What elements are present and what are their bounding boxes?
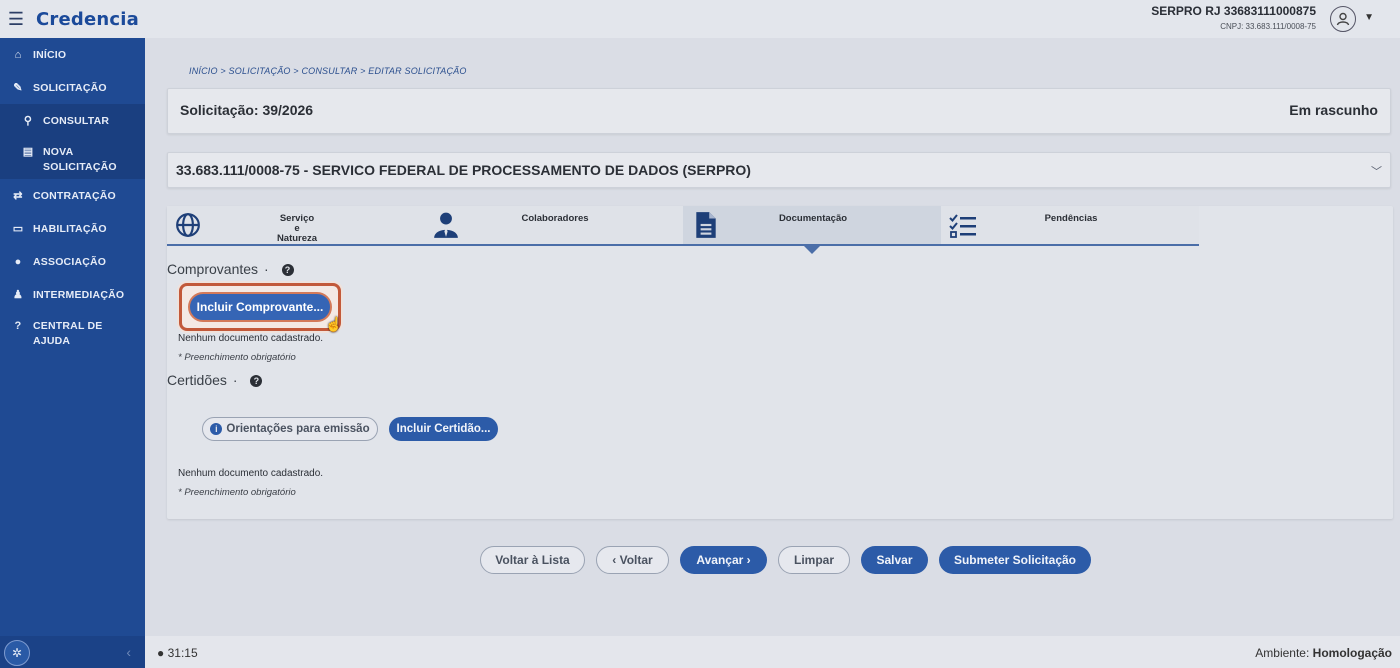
sidebar-item-associacao[interactable]: ● ASSOCIAÇÃO [0, 245, 145, 278]
tab-pendencias[interactable]: Pendências [941, 206, 1199, 244]
section-title-text: Comprovantes [167, 261, 259, 277]
orientacoes-button[interactable]: i Orientações para emissão [202, 417, 378, 441]
tab-label: Pendências [1044, 213, 1098, 224]
solicitacao-header: Solicitação: 39/2026 Em rascunho [167, 88, 1391, 134]
sidebar-item-label: ASSOCIAÇÃO [33, 255, 107, 268]
sidebar-item-label: CONSULTAR [43, 114, 110, 127]
sidebar-item-habilitacao[interactable]: ▭ HABILITAÇÃO [0, 212, 145, 245]
sidebar-item-label: HABILITAÇÃO [33, 222, 107, 235]
avatar[interactable] [1330, 6, 1356, 32]
edit-icon: ✎ [13, 82, 23, 94]
document-icon [696, 212, 716, 238]
question-icon: ? [14, 320, 22, 332]
user-icon [434, 212, 458, 238]
documentation-panel: Serviço e Natureza Colaboradores Documen… [167, 206, 1393, 519]
brand-logo[interactable]: Credencia [36, 9, 139, 30]
sidebar-item-nova-solicitacao[interactable]: ▤ NOVA SOLICITAÇÃO [0, 137, 145, 179]
env-value: Homologação [1312, 646, 1392, 660]
limpar-button[interactable]: Limpar [778, 546, 850, 574]
hamburger-icon[interactable]: ☰ [0, 0, 32, 38]
timer-value: 31:15 [167, 646, 198, 660]
users-icon: ● [14, 255, 22, 268]
session-timer: ● 31:15 [157, 646, 198, 660]
sidebar-item-label: CONTRATAÇÃO [33, 189, 116, 202]
handshake-icon: ⇄ [13, 190, 23, 202]
tab-colaboradores[interactable]: Colaboradores [425, 206, 683, 244]
globe-icon [176, 213, 200, 237]
sidebar: ⌂ INÍCIO ✎ SOLICITAÇÃO ⚲ CONSULTAR ▤ NOV… [0, 38, 145, 668]
tab-label: Colaboradores [521, 213, 589, 224]
checklist-icon [949, 214, 976, 238]
status-bar: ● 31:15 Ambiente: Homologação [145, 636, 1400, 668]
required-dot: · [232, 372, 238, 388]
user-info: SERPRO RJ 33683111000875 CNPJ: 33.683.11… [1151, 4, 1316, 31]
user-name: SERPRO RJ 33683111000875 [1151, 4, 1316, 18]
organization-title: 33.683.111/0008-75 - SERVICO FEDERAL DE … [176, 162, 751, 178]
id-card-icon: ▭ [12, 223, 24, 235]
file-icon: ▤ [22, 146, 34, 158]
sidebar-item-contratacao[interactable]: ⇄ CONTRATAÇÃO [0, 179, 145, 212]
main-content: INÍCIO > SOLICITAÇÃO > CONSULTAR > EDITA… [145, 38, 1400, 636]
breadcrumb[interactable]: INÍCIO > SOLICITAÇÃO > CONSULTAR > EDITA… [189, 66, 467, 76]
tab-servico-natureza[interactable]: Serviço e Natureza [167, 206, 425, 244]
user-cnpj: CNPJ: 33.683.111/0008-75 [1220, 22, 1316, 31]
wizard-tabs: Serviço e Natureza Colaboradores Documen… [167, 206, 1199, 246]
help-icon[interactable]: ? [250, 375, 263, 387]
clock-icon: ● [157, 646, 165, 660]
hand-cursor-icon: ☝ [325, 316, 343, 332]
sidebar-item-solicitacao[interactable]: ✎ SOLICITAÇÃO [0, 71, 145, 104]
section-title-text: Certidões [167, 372, 227, 388]
sidebar-item-consultar[interactable]: ⚲ CONSULTAR [0, 104, 145, 137]
required-dot: · [263, 261, 269, 277]
sidebar-item-inicio[interactable]: ⌂ INÍCIO [0, 38, 145, 71]
certidoes-section-title: Certidões · ? [167, 372, 263, 388]
sidebar-item-label: NOVA SOLICITAÇÃO [43, 146, 117, 173]
user-icon [1336, 12, 1350, 26]
chevron-left-icon[interactable]: ‹ [126, 644, 131, 660]
organization-accordion[interactable]: 33.683.111/0008-75 - SERVICO FEDERAL DE … [167, 152, 1391, 188]
tab-label-text: Serviço e Natureza [276, 213, 318, 244]
sidebar-item-intermediacao[interactable]: ♟ INTERMEDIAÇÃO [0, 278, 145, 311]
comprovantes-required-note: * Preenchimento obrigatório [178, 352, 296, 363]
sidebar-item-label: SOLICITAÇÃO [33, 81, 107, 94]
env-label: Ambiente: [1255, 646, 1310, 660]
tab-documentacao[interactable]: Documentação [683, 206, 941, 244]
avancar-button[interactable]: Avançar › [680, 546, 767, 574]
voltar-lista-button[interactable]: Voltar à Lista [480, 546, 585, 574]
sidebar-item-label: CENTRAL DE AJUDA [33, 320, 103, 347]
certidoes-required-note: * Preenchimento obrigatório [178, 487, 296, 498]
sidebar-footer: ✲ ‹ [0, 636, 145, 668]
user-tie-icon: ♟ [12, 289, 24, 301]
button-label: Incluir Comprovante... [196, 300, 324, 314]
top-bar: ☰ Credencia SERPRO RJ 33683111000875 CNP… [0, 0, 1400, 38]
submeter-solicitacao-button[interactable]: Submeter Solicitação [939, 546, 1091, 574]
chevron-down-icon[interactable]: ▼ [1364, 12, 1374, 23]
status-badge: Em rascunho [1289, 102, 1378, 118]
sidebar-submenu: ⚲ CONSULTAR ▤ NOVA SOLICITAÇÃO [0, 104, 145, 179]
sidebar-item-label: INÍCIO [33, 48, 67, 61]
comprovantes-section-title: Comprovantes · ? [167, 261, 294, 277]
active-tab-indicator [804, 246, 820, 254]
tab-label: Serviço e Natureza [227, 214, 367, 244]
salvar-button[interactable]: Salvar [861, 546, 928, 574]
voltar-button[interactable]: ‹ Voltar [596, 546, 669, 574]
incluir-comprovante-button[interactable]: Incluir Comprovante... ☝ [188, 292, 342, 332]
info-icon: i [210, 423, 223, 435]
tab-label: Documentação [778, 213, 848, 224]
help-icon[interactable]: ? [281, 264, 294, 276]
sidebar-item-central-de-ajuda[interactable]: ? CENTRAL DE AJUDA [0, 311, 145, 361]
comprovantes-empty-text: Nenhum documento cadastrado. [178, 333, 324, 344]
incluir-certidao-button[interactable]: Incluir Certidão... [389, 417, 498, 441]
search-icon: ⚲ [23, 115, 33, 127]
environment-indicator: Ambiente: Homologação [1255, 646, 1392, 660]
chevron-down-icon[interactable]: ﹀ [1371, 163, 1382, 179]
page-title: Solicitação: 39/2026 [180, 102, 314, 118]
cookie-icon[interactable]: ✲ [4, 640, 30, 666]
certidoes-empty-text: Nenhum documento cadastrado. [178, 468, 324, 479]
sidebar-item-label: INTERMEDIAÇÃO [33, 288, 125, 301]
home-icon: ⌂ [14, 48, 22, 61]
button-label: Orientações para emissão [226, 423, 370, 435]
focus-highlight: Incluir Comprovante... ☝ [179, 283, 342, 332]
